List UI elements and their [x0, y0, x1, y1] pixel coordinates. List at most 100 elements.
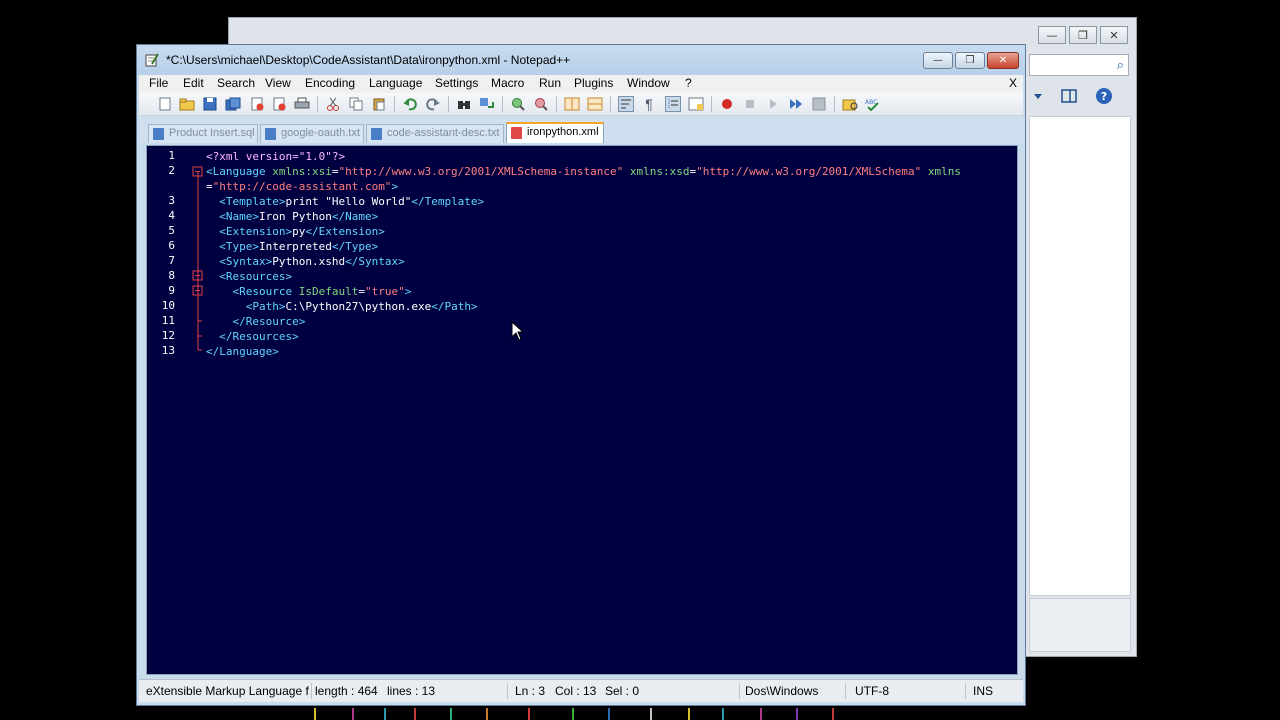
code-token: =: [358, 285, 365, 298]
preview-pane-icon[interactable]: [1061, 88, 1077, 104]
close-file-icon[interactable]: [249, 96, 265, 112]
close-all-icon[interactable]: [271, 96, 287, 112]
code-line[interactable]: <?xml version="1.0"?>: [206, 149, 345, 164]
new-file-icon[interactable]: [157, 96, 173, 112]
dropdown-arrow-icon[interactable]: [1033, 91, 1043, 101]
save-all-icon[interactable]: [225, 96, 241, 112]
copy-icon[interactable]: [348, 96, 364, 112]
tab-label: code-assistant-desc.txt: [387, 127, 500, 139]
code-line[interactable]: <Resources>: [206, 269, 292, 284]
code-token: </Language>: [206, 345, 279, 358]
sync-vertical-icon[interactable]: [564, 96, 580, 112]
spell-check-icon[interactable]: ABC: [865, 96, 881, 112]
code-line[interactable]: </Resource>: [206, 314, 306, 329]
open-file-icon[interactable]: [179, 96, 195, 112]
code-area[interactable]: <?xml version="1.0"?> <Language xmlns:xsi…: [206, 146, 1017, 674]
code-line[interactable]: </Resources>: [206, 329, 298, 344]
menu-settings[interactable]: Settings: [435, 76, 478, 90]
bg-search-field[interactable]: ⌕: [1029, 54, 1129, 76]
bg-maximize-button[interactable]: ❒: [1069, 26, 1097, 44]
menu-edit[interactable]: Edit: [183, 76, 204, 90]
cut-icon[interactable]: [325, 96, 341, 112]
plugin-icon[interactable]: [842, 96, 858, 112]
show-all-characters-icon[interactable]: ¶: [641, 96, 657, 112]
toolbar-separator: [834, 96, 835, 112]
line-number: 1: [168, 149, 175, 162]
close-document-button[interactable]: X: [1009, 76, 1017, 90]
line-number: 3: [168, 194, 175, 207]
code-line[interactable]: ="http://code-assistant.com">: [206, 179, 398, 194]
taskbar-strip: [310, 708, 840, 720]
code-line[interactable]: <Extension>py</Extension>: [206, 224, 385, 239]
menu-macro[interactable]: Macro: [491, 76, 524, 90]
save-macro-icon[interactable]: [811, 96, 827, 112]
menu-language[interactable]: Language: [369, 76, 422, 90]
menu-encoding[interactable]: Encoding: [305, 76, 355, 90]
line-number: 4: [168, 209, 175, 222]
menu-plugins[interactable]: Plugins: [574, 76, 613, 90]
code-token: Interpreted: [259, 240, 332, 253]
minimize-button[interactable]: —: [923, 52, 953, 69]
record-macro-icon[interactable]: [719, 96, 735, 112]
menu-window[interactable]: Window: [627, 76, 670, 90]
save-icon[interactable]: [202, 96, 218, 112]
menu-run[interactable]: Run: [539, 76, 561, 90]
help-icon[interactable]: ?: [1095, 87, 1113, 105]
close-button[interactable]: ✕: [987, 52, 1019, 69]
redo-icon[interactable]: [425, 96, 441, 112]
indent-guide-icon[interactable]: [665, 96, 681, 112]
title-bar[interactable]: *C:\Users\michael\Desktop\CodeAssistant\…: [137, 45, 1025, 75]
stop-macro-icon[interactable]: [742, 96, 758, 112]
replace-icon[interactable]: [479, 96, 495, 112]
file-unsaved-icon: [511, 127, 522, 139]
word-wrap-icon[interactable]: [618, 96, 634, 112]
paste-icon[interactable]: [371, 96, 387, 112]
svg-text:?: ?: [1101, 90, 1107, 103]
line-number: 11: [161, 314, 175, 327]
code-line[interactable]: <Path>C:\Python27\python.exe</Path>: [206, 299, 478, 314]
code-line[interactable]: <Syntax>Python.xshd</Syntax>: [206, 254, 404, 269]
status-separator: [311, 683, 312, 699]
bg-close-button[interactable]: ✕: [1100, 26, 1128, 44]
taskbar-marker: [796, 708, 798, 720]
line-number: 10: [161, 299, 175, 312]
menu-view[interactable]: View: [265, 76, 291, 90]
taskbar-marker: [314, 708, 316, 720]
maximize-button[interactable]: ❒: [955, 52, 985, 69]
zoom-out-icon[interactable]: [533, 96, 549, 112]
code-line[interactable]: <Template>print "Hello World"</Template>: [206, 194, 484, 209]
menu-file[interactable]: File: [149, 76, 168, 90]
code-line[interactable]: <Language xmlns:xsi="http://www.w3.org/2…: [206, 164, 961, 179]
menu-help[interactable]: ?: [685, 76, 692, 90]
tab-ironpython-xml[interactable]: ironpython.xml: [506, 122, 604, 143]
toolbar-separator: [448, 96, 449, 112]
menu-search[interactable]: Search: [217, 76, 255, 90]
code-line[interactable]: <Name>Iron Python</Name>: [206, 209, 378, 224]
menu-bar: File Edit Search View Encoding Language …: [139, 75, 1023, 93]
undo-icon[interactable]: [402, 96, 418, 112]
mouse-pointer-icon: [511, 321, 525, 341]
find-icon[interactable]: [456, 96, 472, 112]
tab-google-oauth[interactable]: google-oauth.txt: [260, 124, 364, 143]
sync-horizontal-icon[interactable]: [587, 96, 603, 112]
code-token: <Name>: [219, 210, 259, 223]
code-token: <Language: [206, 165, 266, 178]
zoom-in-icon[interactable]: [510, 96, 526, 112]
user-defined-dialog-icon[interactable]: [688, 96, 704, 112]
code-line[interactable]: <Type>Interpreted</Type>: [206, 239, 378, 254]
play-macro-icon[interactable]: [765, 96, 781, 112]
tab-code-assistant-desc[interactable]: code-assistant-desc.txt: [366, 124, 504, 143]
bg-minimize-button[interactable]: —: [1038, 26, 1066, 44]
run-macro-multiple-icon[interactable]: [788, 96, 804, 112]
code-token: IsDefault: [292, 285, 359, 298]
code-line[interactable]: </Language>: [206, 344, 279, 359]
line-number: 8: [168, 269, 175, 282]
code-line[interactable]: <Resource IsDefault="true">: [206, 284, 412, 299]
print-icon[interactable]: [294, 96, 310, 112]
code-editor[interactable]: 1 2 3 4 5 6 7 8 9 10 11 12 13 <?xml version="1.0"?> <…: [146, 145, 1018, 675]
tab-product-insert[interactable]: Product Insert.sql: [148, 124, 258, 143]
